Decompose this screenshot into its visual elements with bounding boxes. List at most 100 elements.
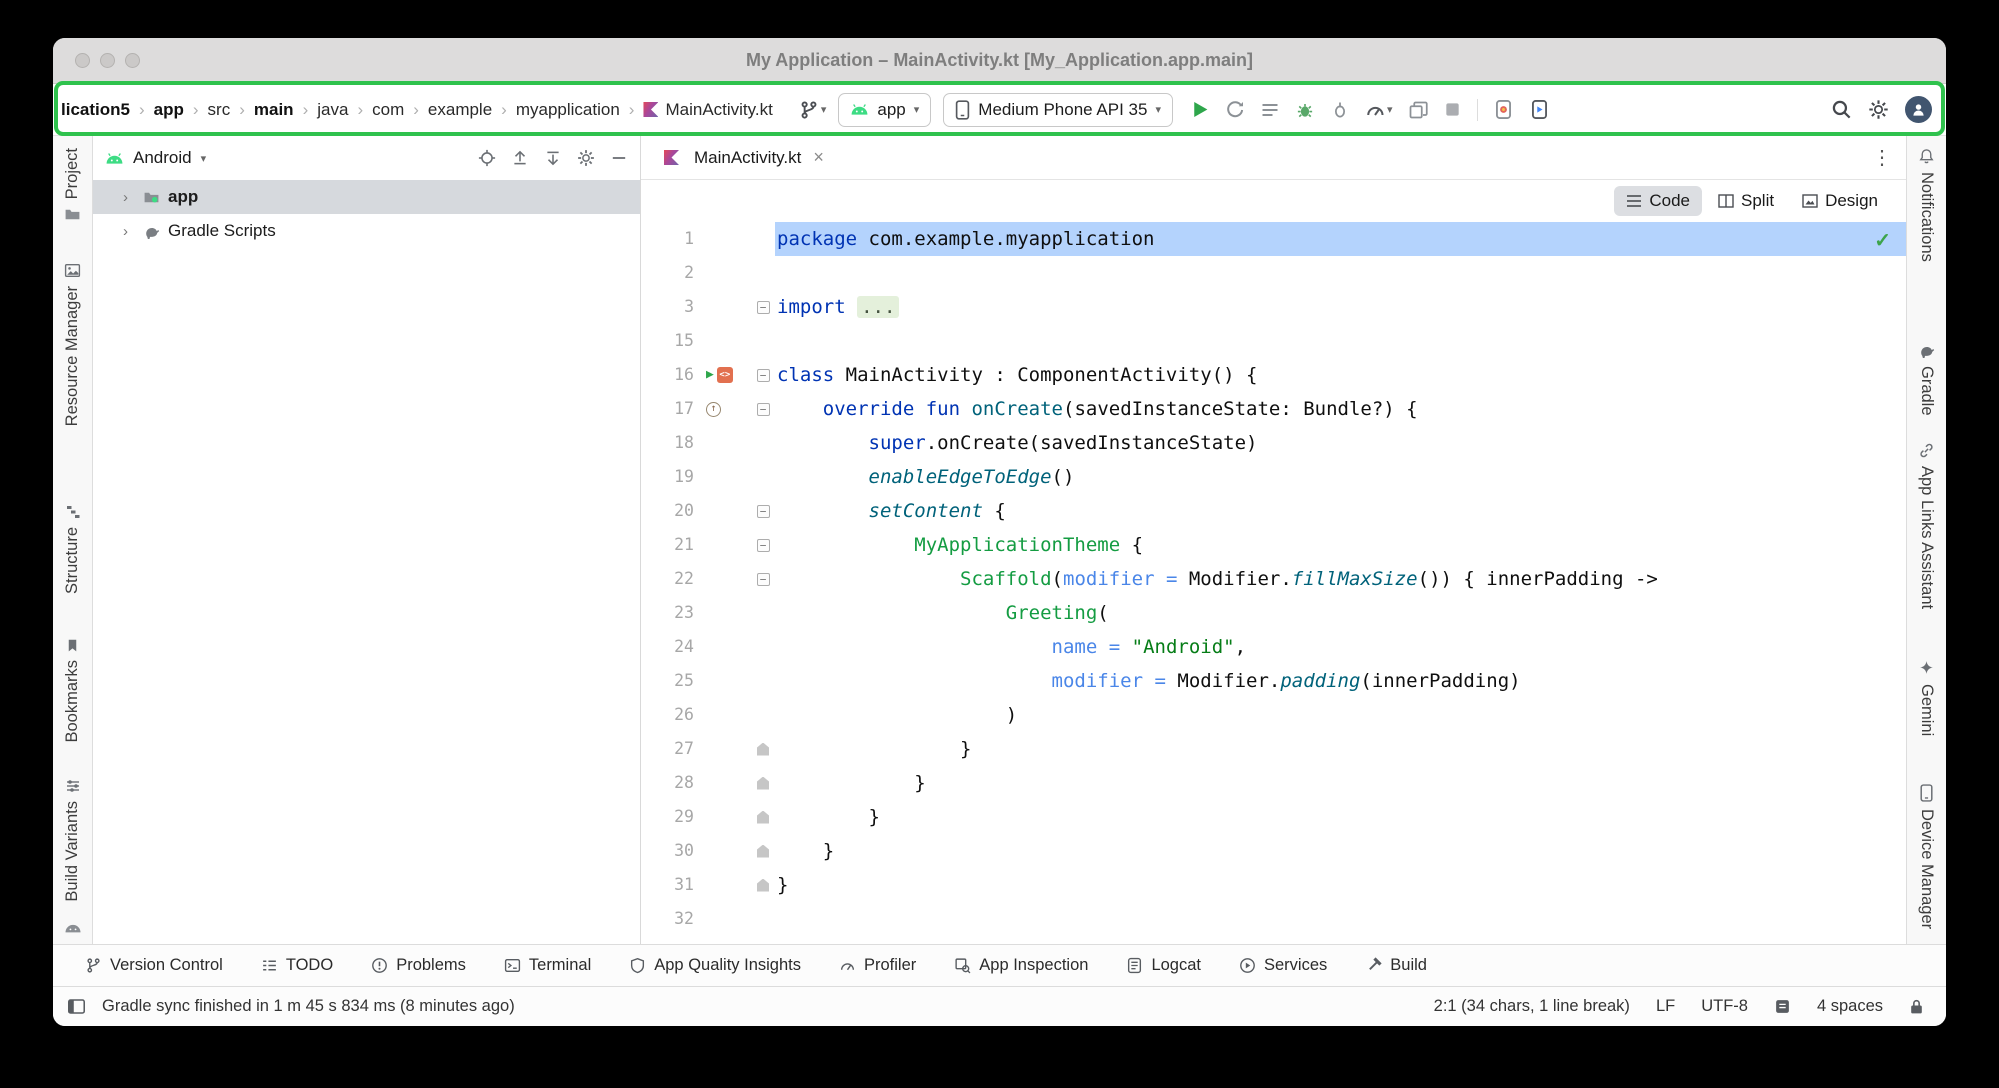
tool-window-app-quality-insights[interactable]: App Quality Insights: [629, 956, 801, 975]
code-line[interactable]: 21− MyApplicationTheme {: [641, 528, 1906, 562]
running-devices-button[interactable]: [1529, 99, 1550, 120]
tool-window-layout-icon[interactable]: [67, 997, 86, 1016]
chevron-right-icon[interactable]: ›: [123, 223, 135, 240]
code-line[interactable]: 2: [641, 256, 1906, 290]
breadcrumb-item[interactable]: example: [404, 100, 492, 120]
close-button[interactable]: [75, 53, 90, 68]
code-text[interactable]: modifier = Modifier.padding(innerPadding…: [775, 664, 1906, 698]
code-text[interactable]: enableEdgeToEdge(): [775, 460, 1906, 494]
code-text[interactable]: name = "Android",: [775, 630, 1906, 664]
fold-close-icon[interactable]: [757, 777, 769, 790]
code-line[interactable]: 17↑− override fun onCreate(savedInstance…: [641, 392, 1906, 426]
fold-open-icon[interactable]: −: [757, 403, 770, 416]
view-mode-code[interactable]: Code: [1614, 186, 1702, 216]
fold-open-icon[interactable]: −: [757, 505, 770, 518]
tool-window-services[interactable]: Services: [1239, 956, 1327, 975]
code-text[interactable]: }: [775, 868, 1906, 902]
line-number[interactable]: 31: [641, 868, 703, 902]
fold-close-icon[interactable]: [757, 845, 769, 858]
fold-close-icon[interactable]: [757, 879, 769, 892]
locate-file-icon[interactable]: [478, 149, 496, 167]
override-gutter-icon[interactable]: ↑: [706, 402, 721, 417]
fold-close-icon[interactable]: [757, 811, 769, 824]
tree-node-gradle-scripts[interactable]: › Gradle Scripts: [93, 214, 640, 248]
stripe-tab-device-manager[interactable]: Device Manager: [1907, 784, 1946, 929]
run-gutter-icon[interactable]: ▶: [706, 358, 714, 392]
line-number[interactable]: 1: [641, 222, 703, 256]
line-number[interactable]: 28: [641, 766, 703, 800]
breadcrumb-item[interactable]: main: [230, 100, 293, 120]
profiler-button[interactable]: ▾: [1365, 100, 1393, 120]
line-number[interactable]: 16: [641, 358, 703, 392]
line-number[interactable]: 32: [641, 902, 703, 936]
minimize-button[interactable]: [100, 53, 115, 68]
code-text[interactable]: setContent {: [775, 494, 1906, 528]
breadcrumb-item-file[interactable]: MainActivity.kt: [620, 100, 773, 120]
line-number[interactable]: 20: [641, 494, 703, 528]
editor-tab-mainactivity[interactable]: MainActivity.kt ×: [651, 136, 837, 179]
code-text[interactable]: Scaffold(modifier = Modifier.fillMaxSize…: [775, 562, 1906, 596]
line-separator[interactable]: LF: [1656, 997, 1675, 1016]
code-line[interactable]: 22− Scaffold(modifier = Modifier.fillMax…: [641, 562, 1906, 596]
line-number[interactable]: 27: [641, 732, 703, 766]
line-number[interactable]: 3: [641, 290, 703, 324]
tree-node-app[interactable]: › app: [93, 180, 640, 214]
line-number[interactable]: 23: [641, 596, 703, 630]
close-tab-icon[interactable]: ×: [813, 147, 824, 168]
tool-window-version-control[interactable]: Version Control: [85, 956, 223, 975]
line-number[interactable]: 19: [641, 460, 703, 494]
stripe-tab-gradle[interactable]: Gradle: [1907, 342, 1946, 416]
code-line[interactable]: 32: [641, 902, 1906, 936]
code-text[interactable]: Greeting(: [775, 596, 1906, 630]
code-text[interactable]: import ...: [775, 290, 1906, 324]
apply-changes-button[interactable]: [1225, 100, 1245, 120]
event-log-icon[interactable]: [1774, 998, 1791, 1015]
status-message[interactable]: Gradle sync finished in 1 m 45 s 834 ms …: [102, 997, 515, 1016]
code-text[interactable]: super.onCreate(savedInstanceState): [775, 426, 1906, 460]
stripe-tab-project[interactable]: Project: [53, 148, 92, 223]
hide-panel-icon[interactable]: [610, 149, 628, 167]
code-line[interactable]: 28 }: [641, 766, 1906, 800]
code-text[interactable]: }: [775, 766, 1906, 800]
tool-window-profiler[interactable]: Profiler: [839, 956, 916, 975]
line-number[interactable]: 26: [641, 698, 703, 732]
line-number[interactable]: 21: [641, 528, 703, 562]
stop-button[interactable]: [1443, 100, 1462, 119]
code-line[interactable]: 3 −import ...: [641, 290, 1906, 324]
compose-gutter-icon[interactable]: <>: [717, 367, 733, 383]
user-avatar[interactable]: [1905, 96, 1932, 123]
stripe-tab-resource-manager[interactable]: Resource Manager: [53, 262, 92, 426]
profile-low-overhead-button[interactable]: [1408, 100, 1428, 120]
code-line[interactable]: 23 Greeting(: [641, 596, 1906, 630]
line-number[interactable]: 2: [641, 256, 703, 290]
fold-close-icon[interactable]: [757, 743, 769, 756]
device-select[interactable]: Medium Phone API 35 ▾: [943, 93, 1173, 127]
line-number[interactable]: 24: [641, 630, 703, 664]
code-text[interactable]: MyApplicationTheme {: [775, 528, 1906, 562]
tool-window-terminal[interactable]: Terminal: [504, 956, 591, 975]
view-mode-split[interactable]: Split: [1706, 186, 1786, 216]
gear-icon[interactable]: [577, 149, 595, 167]
debug-button[interactable]: [1295, 100, 1315, 120]
code-line[interactable]: 15: [641, 324, 1906, 358]
fold-open-icon[interactable]: −: [757, 301, 770, 314]
stripe-tab-bookmarks[interactable]: Bookmarks: [53, 638, 92, 743]
code-text[interactable]: class MainActivity : ComponentActivity()…: [775, 358, 1906, 392]
code-text[interactable]: ): [775, 698, 1906, 732]
line-number[interactable]: 30: [641, 834, 703, 868]
line-number[interactable]: 15: [641, 324, 703, 358]
run-configuration-select[interactable]: app ▾: [838, 93, 931, 127]
line-number[interactable]: 18: [641, 426, 703, 460]
code-line[interactable]: 30 }: [641, 834, 1906, 868]
stripe-tab-app-links-assistant[interactable]: App Links Assistant: [1907, 442, 1946, 609]
code-text[interactable]: }: [775, 732, 1906, 766]
run-button[interactable]: [1189, 99, 1210, 120]
stripe-tab-gemini[interactable]: Gemini: [1907, 660, 1946, 736]
code-line[interactable]: 1package com.example.myapplication: [641, 222, 1906, 256]
lock-icon[interactable]: [1909, 998, 1924, 1015]
code-line[interactable]: 29 }: [641, 800, 1906, 834]
breadcrumb-item[interactable]: com: [348, 100, 404, 120]
settings-button[interactable]: [1868, 99, 1889, 120]
caret-position[interactable]: 2:1 (34 chars, 1 line break): [1434, 997, 1630, 1016]
project-view-select[interactable]: Android: [133, 148, 192, 168]
